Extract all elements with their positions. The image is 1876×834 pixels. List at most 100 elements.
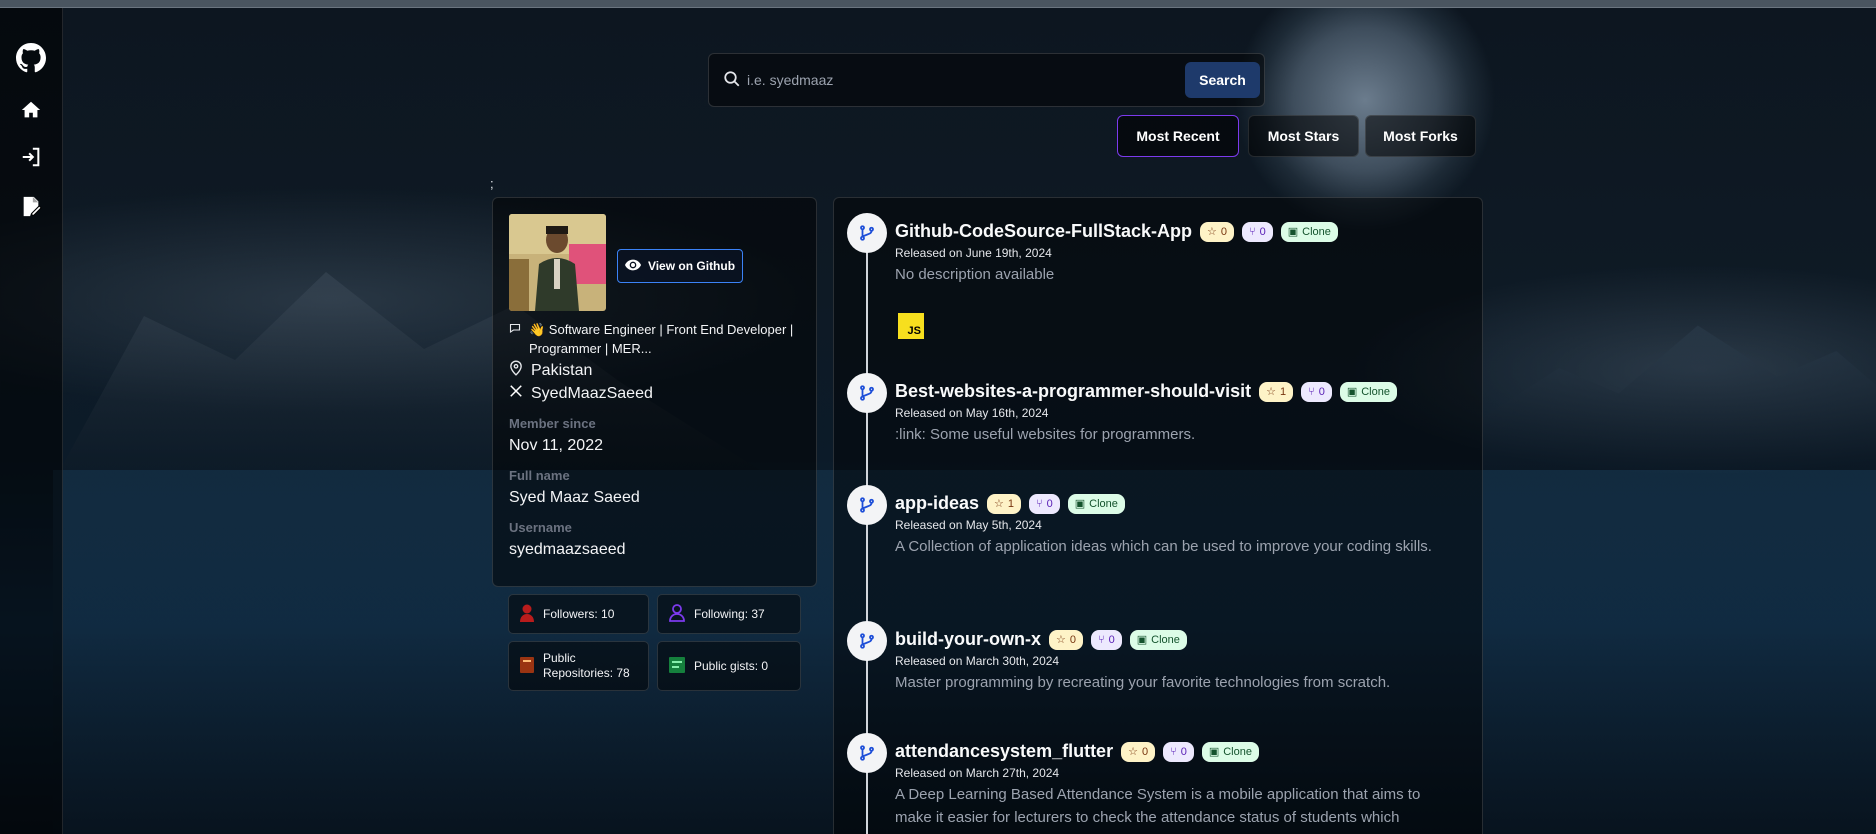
- clone-label: Clone: [1302, 225, 1331, 238]
- full-name-value: Syed Maaz Saeed: [509, 489, 640, 506]
- fork-count: 0: [1180, 745, 1187, 758]
- fork-count: 0: [1318, 385, 1325, 398]
- username-value: syedmaazsaeed: [509, 541, 626, 558]
- git-branch-icon: [847, 485, 887, 525]
- repo-date: Released on March 27th, 2024: [895, 766, 1060, 780]
- repo-description: Master programming by recreating your fa…: [895, 674, 1391, 691]
- github-logo-icon[interactable]: [16, 43, 46, 73]
- repo-name[interactable]: app-ideas: [895, 493, 979, 514]
- x-twitter-icon: [509, 384, 523, 403]
- eye-icon: [624, 259, 641, 274]
- copy-icon: ▣: [1287, 226, 1299, 238]
- star-count: 0: [1069, 633, 1076, 646]
- home-icon[interactable]: [16, 95, 46, 125]
- clone-label: Clone: [1089, 497, 1118, 510]
- book-icon: [520, 656, 534, 676]
- star-badge: ☆ 0: [1200, 221, 1234, 242]
- repo-name[interactable]: Github-CodeSource-FullStack-App: [895, 221, 1192, 242]
- star-count: 1: [1007, 497, 1015, 510]
- background-hills: [1480, 325, 1876, 470]
- clone-label: Clone: [1223, 745, 1252, 758]
- clone-button[interactable]: ▣ Clone: [1280, 221, 1338, 242]
- repos-panel: [833, 197, 1483, 834]
- twitter-handle: SyedMaazSaeed: [531, 384, 653, 402]
- fork-badge: ⑂ 0: [1163, 741, 1194, 762]
- view-on-github-button[interactable]: View on Github: [617, 249, 743, 283]
- fork-badge: ⑂ 0: [1242, 221, 1273, 242]
- repo-header: Best-websites-a-programmer-should-visit …: [895, 381, 1397, 402]
- clone-button[interactable]: ▣ Clone: [1067, 493, 1125, 514]
- star-badge: ☆ 0: [1048, 629, 1083, 650]
- star-badge: ☆ 1: [987, 493, 1022, 514]
- star-icon: ☆: [1207, 226, 1217, 238]
- public-gists-stat: Public gists: 0: [657, 641, 801, 691]
- repo-description: A Collection of application ideas which …: [895, 538, 1432, 555]
- window-top-border: [0, 0, 1876, 8]
- fork-badge: ⑂ 0: [1090, 629, 1122, 650]
- stray-text: ;: [490, 176, 494, 191]
- sort-most-forks-button[interactable]: Most Forks: [1365, 115, 1476, 157]
- signup-edit-icon[interactable]: [16, 191, 46, 221]
- location-row: Pakistan: [509, 360, 592, 381]
- star-icon: ☆: [1055, 634, 1066, 646]
- fork-icon: ⑂: [1249, 225, 1256, 238]
- git-branch-icon: [847, 733, 887, 773]
- repo-date: Released on March 30th, 2024: [895, 654, 1060, 668]
- search-input[interactable]: [747, 66, 1177, 94]
- repo-name[interactable]: attendancesystem_flutter: [895, 741, 1113, 762]
- clone-button[interactable]: ▣ Clone: [1201, 741, 1259, 762]
- public-repos-stat: Public Repositories: 78: [508, 641, 649, 691]
- repo-date: Released on June 19th, 2024: [895, 246, 1052, 260]
- clone-label: Clone: [1361, 385, 1390, 398]
- following-text: Following: 37: [694, 607, 765, 621]
- speech-bubble-icon: [509, 322, 523, 358]
- repo-name[interactable]: Best-websites-a-programmer-should-visit: [895, 381, 1251, 402]
- twitter-row[interactable]: SyedMaazSaeed: [509, 384, 653, 403]
- clone-button[interactable]: ▣ Clone: [1339, 381, 1397, 402]
- fork-count: 0: [1108, 633, 1115, 646]
- public-repos-text: Public Repositories: 78: [543, 651, 630, 680]
- git-branch-icon: [847, 621, 887, 661]
- repo-name[interactable]: build-your-own-x: [895, 629, 1041, 650]
- full-name-label: Full name: [509, 468, 570, 483]
- search-icon: [723, 70, 741, 93]
- search-bar: Search: [708, 53, 1265, 107]
- repo-date: Released on May 16th, 2024: [895, 406, 1049, 420]
- star-badge: ☆ 1: [1259, 381, 1294, 402]
- username-label: Username: [509, 520, 572, 535]
- sort-most-stars-button[interactable]: Most Stars: [1248, 115, 1359, 157]
- clone-button[interactable]: ▣ Clone: [1129, 629, 1187, 650]
- following-stat: Following: 37: [657, 594, 801, 634]
- star-icon: ☆: [994, 498, 1004, 510]
- login-icon[interactable]: [16, 142, 46, 172]
- user-outline-icon: [669, 603, 685, 625]
- repo-description: No description available: [895, 266, 1055, 283]
- view-on-github-label: View on Github: [647, 259, 736, 273]
- star-badge: ☆ 0: [1121, 741, 1156, 762]
- star-count: 0: [1141, 745, 1149, 758]
- member-since-label: Member since: [509, 416, 596, 431]
- fork-icon: ⑂: [1036, 497, 1043, 510]
- repo-description: :link: Some useful websites for programm…: [895, 426, 1196, 443]
- avatar: [509, 214, 606, 311]
- sort-most-recent-button[interactable]: Most Recent: [1117, 115, 1239, 157]
- javascript-language-icon: JS: [898, 313, 924, 339]
- search-button[interactable]: Search: [1185, 62, 1260, 98]
- star-count: 1: [1279, 385, 1287, 398]
- public-gists-text: Public gists: 0: [694, 659, 769, 673]
- followers-text: Followers: 10: [543, 607, 615, 621]
- clone-label: Clone: [1151, 633, 1180, 646]
- fork-count: 0: [1259, 225, 1266, 238]
- fork-badge: ⑂ 0: [1301, 381, 1332, 402]
- copy-icon: ▣: [1074, 498, 1086, 510]
- copy-icon: ▣: [1346, 386, 1358, 398]
- repo-header: attendancesystem_flutter ☆ 0 ⑂ 0 ▣ Clone: [895, 741, 1259, 762]
- fork-icon: ⑂: [1308, 385, 1315, 398]
- gist-icon: [669, 656, 685, 676]
- repo-date: Released on May 5th, 2024: [895, 518, 1042, 532]
- copy-icon: ▣: [1136, 634, 1148, 646]
- fork-badge: ⑂ 0: [1029, 493, 1060, 514]
- star-count: 0: [1220, 225, 1227, 238]
- git-branch-icon: [847, 213, 887, 253]
- followers-stat: Followers: 10: [508, 594, 649, 634]
